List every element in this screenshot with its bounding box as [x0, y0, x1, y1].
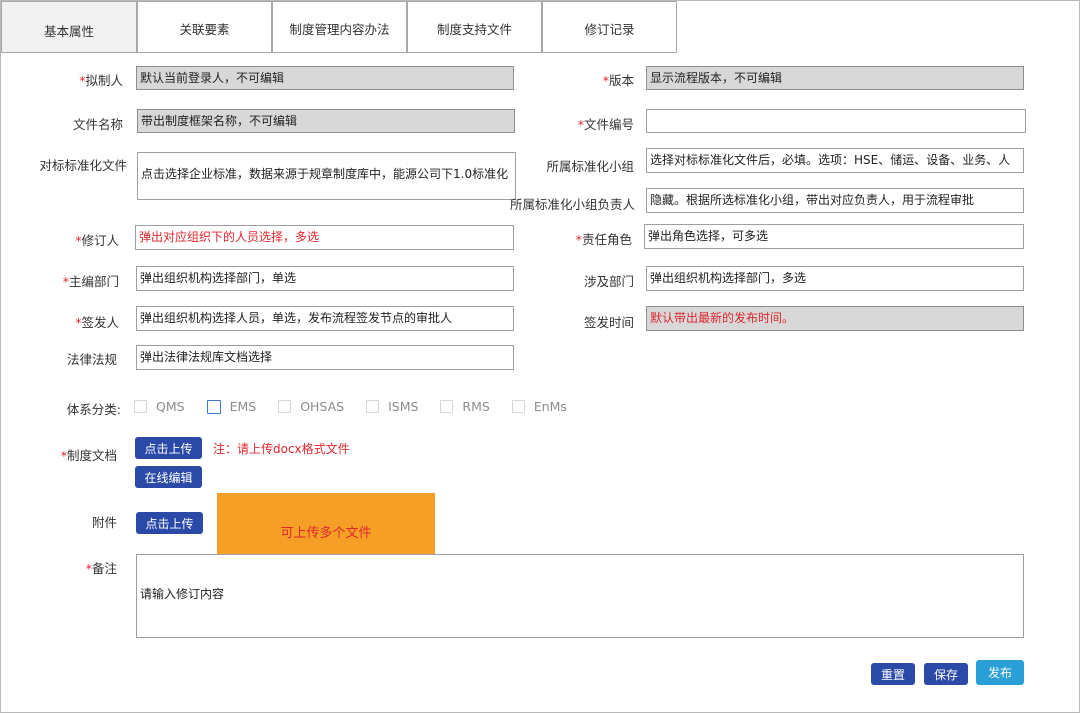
related-dept-selector[interactable]: 弹出组织机构选择部门，多选: [646, 266, 1024, 291]
label-text: 签发时间: [583, 315, 634, 330]
label-text: 涉及部门: [583, 274, 634, 289]
doc-format-note: 注：请上传docx格式文件: [213, 442, 350, 456]
reviser-label: *修订人: [61, 230, 119, 249]
hint-text: 可上传多个文件: [280, 525, 372, 541]
label-text: 拟制人: [85, 73, 123, 88]
file-number-input[interactable]: [646, 109, 1026, 133]
online-edit-button[interactable]: 在线编辑: [135, 466, 202, 488]
tab-related-elements[interactable]: 关联要素: [137, 1, 272, 53]
tab-label: 关联要素: [179, 22, 230, 37]
checkbox-label: ISMS: [388, 399, 419, 414]
system-checkbox-group: QMS EMS OHSAS ISMS RMS EnMs: [134, 399, 589, 414]
label-text: 备注: [91, 561, 117, 576]
issue-time-field: 默认带出最新的发布时间。: [646, 306, 1024, 331]
publish-button[interactable]: 发布: [976, 660, 1024, 685]
checkbox-enms[interactable]: EnMs: [511, 399, 567, 414]
tab-basic-attributes[interactable]: 基本属性: [1, 1, 137, 53]
checkbox-box[interactable]: [440, 400, 454, 413]
checkbox-box[interactable]: [278, 400, 292, 413]
checkbox-label: QMS: [156, 399, 185, 414]
label-text: 责任角色: [581, 232, 632, 247]
tab-revision-history[interactable]: 修订记录: [542, 1, 677, 53]
drafter-label: *拟制人: [61, 70, 123, 89]
checkbox-qms[interactable]: QMS: [134, 399, 185, 414]
std-group-owner-field: 隐藏。根据所选标准化小组，带出对应负责人，用于流程审批: [646, 188, 1024, 213]
file-name-field: 带出制度框架名称，不可编辑: [137, 109, 515, 133]
checkbox-box[interactable]: [511, 400, 525, 413]
form-window: 基本属性 关联要素 制度管理内容办法 制度支持文件 修订记录 *拟制人 默认当前…: [0, 0, 1080, 713]
benchmark-file-label: 对标标准化文件: [21, 155, 127, 174]
law-selector[interactable]: 弹出法律法规库文档选择: [136, 345, 514, 370]
doc-label: *制度文档: [51, 445, 117, 464]
attachment-label: 附件: [61, 512, 117, 531]
law-label: 法律法规: [51, 349, 117, 368]
checkbox-isms[interactable]: ISMS: [366, 399, 418, 414]
label-text: 修订人: [81, 233, 119, 248]
attachment-upload-button[interactable]: 点击上传: [136, 512, 203, 534]
checkbox-label: RMS: [462, 399, 490, 414]
resp-role-selector[interactable]: 弹出角色选择，可多选: [644, 224, 1024, 249]
checkbox-label: OHSAS: [300, 399, 345, 414]
checkbox-ohsas[interactable]: OHSAS: [278, 399, 344, 414]
version-field: 显示流程版本，不可编辑: [646, 66, 1024, 90]
checkbox-ems[interactable]: EMS: [206, 399, 257, 414]
tab-label: 制度管理内容办法: [289, 22, 390, 37]
reviser-selector[interactable]: 弹出对应组织下的人员选择，多选: [135, 225, 514, 250]
issuer-selector[interactable]: 弹出组织机构选择人员，单选，发布流程签发节点的审批人: [136, 306, 514, 331]
label-text: 制度文档: [66, 448, 117, 463]
checkbox-box[interactable]: [366, 400, 380, 413]
file-number-label: *文件编号: [561, 114, 634, 133]
tab-label: 修订记录: [584, 22, 635, 37]
std-group-label: 所属标准化小组: [531, 156, 634, 175]
version-label: *版本: [581, 70, 634, 89]
label-text: 版本: [608, 73, 634, 88]
std-group-owner-label: 所属标准化小组负责人: [496, 194, 635, 213]
label-text: 主编部门: [68, 274, 119, 289]
checkbox-rms[interactable]: RMS: [440, 399, 490, 414]
doc-upload-button[interactable]: 点击上传: [135, 437, 202, 459]
related-dept-label: 涉及部门: [571, 271, 634, 290]
checkbox-box[interactable]: [206, 399, 221, 414]
benchmark-file-selector[interactable]: 点击选择企业标准，数据来源于规章制度库中，能源公司下1.0标准化: [137, 152, 516, 200]
label-text: 签发人: [81, 315, 119, 330]
tab-support-files[interactable]: 制度支持文件: [407, 1, 542, 53]
drafter-field: 默认当前登录人，不可编辑: [136, 66, 514, 90]
file-name-label: 文件名称: [61, 114, 123, 133]
resp-role-label: *责任角色: [561, 229, 632, 248]
main-dept-label: *主编部门: [51, 271, 119, 290]
label-text: 对标标准化文件: [39, 158, 127, 173]
label-text: 文件编号: [583, 117, 634, 132]
remark-textarea[interactable]: 请输入修订内容: [136, 554, 1024, 638]
remark-label: *备注: [61, 558, 117, 577]
checkbox-label: EnMs: [533, 399, 567, 414]
label-text: 所属标准化小组负责人: [509, 197, 635, 212]
issue-time-label: 签发时间: [571, 312, 634, 331]
reset-button[interactable]: 重置: [871, 663, 915, 685]
tab-management-content[interactable]: 制度管理内容办法: [272, 1, 407, 53]
label-text: 文件名称: [72, 117, 123, 132]
issuer-label: *签发人: [61, 312, 119, 331]
checkbox-box[interactable]: [134, 400, 147, 413]
checkbox-label: EMS: [229, 399, 257, 414]
tab-label: 基本属性: [43, 24, 94, 39]
label-text: 法律法规: [66, 352, 117, 367]
main-dept-selector[interactable]: 弹出组织机构选择部门，单选: [136, 266, 514, 291]
system-label: 体系分类:: [51, 399, 121, 418]
label-text: 体系分类:: [66, 402, 121, 417]
save-button[interactable]: 保存: [924, 663, 968, 685]
label-text: 所属标准化小组: [546, 159, 634, 174]
label-text: 附件: [91, 515, 117, 530]
tab-label: 制度支持文件: [436, 22, 512, 37]
std-group-select[interactable]: 选择对标标准化文件后，必填。选项：HSE、储运、设备、业务、人: [646, 148, 1024, 173]
